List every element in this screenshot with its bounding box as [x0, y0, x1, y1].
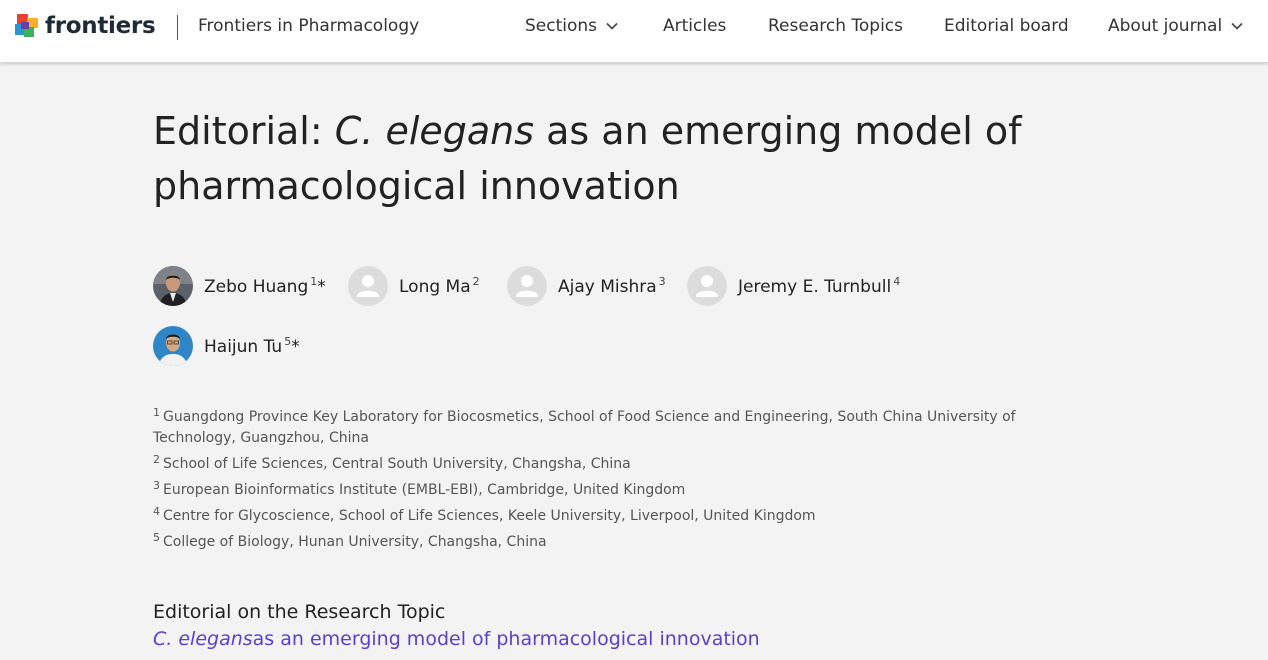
chevron-down-icon	[1231, 22, 1243, 30]
affiliation-item: 3 European Bioinformatics Institute (EMBL…	[153, 475, 1033, 501]
user-icon	[348, 266, 388, 306]
title-species: C. elegans	[334, 109, 535, 153]
affiliation-number: 3	[153, 479, 160, 492]
author-name-group: Jeremy E. Turnbull 4	[738, 275, 900, 297]
frontiers-cube-icon	[15, 14, 38, 37]
nav-articles[interactable]: Articles	[663, 16, 726, 36]
affiliation-text: Centre for Glycoscience, School of Life …	[163, 508, 816, 524]
author-name: Ajay Mishra	[558, 277, 657, 297]
author-zebo-huang[interactable]: Zebo Huang 1*	[153, 266, 326, 306]
author-placeholder-avatar	[507, 266, 547, 306]
topic-link-rest: as an emerging model of pharmacological …	[252, 628, 760, 650]
logo-wordmark: frontiers	[45, 13, 156, 39]
affiliation-number: 4	[153, 505, 160, 518]
research-topic-link[interactable]: C. elegansas an emerging model of pharma…	[153, 628, 760, 650]
header-divider	[177, 15, 178, 40]
affiliation-number: 2	[153, 453, 160, 466]
chevron-down-icon	[606, 22, 618, 30]
corresponding-marker: *	[317, 277, 326, 297]
affiliation-number: 1	[153, 406, 160, 419]
affiliation-text: School of Life Sciences, Central South U…	[163, 456, 631, 472]
top-navigation-bar: frontiers Frontiers in Pharmacology Sect…	[0, 0, 1268, 63]
affiliation-text: College of Biology, Hunan University, Ch…	[163, 534, 547, 550]
author-photo-avatar	[153, 266, 193, 306]
author-name: Long Ma	[399, 277, 471, 297]
author-photo-avatar	[153, 326, 193, 366]
research-topic-heading: Editorial on the Research Topic	[153, 601, 446, 623]
affiliation-item: 1 Guangdong Province Key Laboratory for B…	[153, 402, 1033, 449]
nav-about-journal[interactable]: About journal	[1108, 16, 1243, 36]
author-jeremy-turnbull[interactable]: Jeremy E. Turnbull 4	[687, 266, 900, 306]
nav-label: About journal	[1108, 16, 1223, 36]
nav-label: Editorial board	[944, 16, 1069, 36]
frontiers-logo[interactable]: frontiers	[14, 12, 156, 40]
affiliation-item: 5 College of Biology, Hunan University, C…	[153, 527, 1033, 553]
affiliation-marker: 3	[658, 275, 666, 288]
topic-link-species: C. elegans	[153, 628, 253, 650]
author-placeholder-avatar	[687, 266, 727, 306]
author-name: Jeremy E. Turnbull	[738, 277, 892, 297]
user-icon	[507, 266, 547, 306]
affiliations-list: 1 Guangdong Province Key Laboratory for B…	[153, 402, 1033, 553]
affiliation-text: Guangdong Province Key Laboratory for Bi…	[153, 409, 1016, 446]
user-icon	[687, 266, 727, 306]
author-name-group: Haijun Tu 5*	[204, 335, 300, 357]
affiliation-item: 4 Centre for Glycoscience, School of Life…	[153, 501, 1033, 527]
affiliation-text: European Bioinformatics Institute (EMBL-…	[163, 482, 686, 498]
author-name: Haijun Tu	[204, 337, 283, 357]
author-name: Zebo Huang	[204, 277, 309, 297]
nav-sections[interactable]: Sections	[525, 16, 618, 36]
author-placeholder-avatar	[348, 266, 388, 306]
affiliation-marker: 2	[472, 275, 480, 288]
nav-label: Articles	[663, 16, 727, 36]
nav-research-topics[interactable]: Research Topics	[768, 16, 903, 36]
author-name-group: Zebo Huang 1*	[204, 275, 326, 297]
nav-label: Research Topics	[768, 16, 903, 36]
nav-label: Sections	[525, 16, 598, 36]
journal-name-link[interactable]: Frontiers in Pharmacology	[198, 16, 419, 36]
title-prefix: Editorial:	[153, 109, 335, 153]
nav-editorial-board[interactable]: Editorial board	[944, 16, 1069, 36]
author-haijun-tu[interactable]: Haijun Tu 5*	[153, 326, 300, 366]
author-name-group: Long Ma 2	[399, 275, 480, 297]
article-title: Editorial: C. elegans as an emerging mod…	[153, 104, 1033, 214]
corresponding-marker: *	[291, 337, 300, 357]
affiliation-marker: 4	[893, 275, 901, 288]
affiliation-item: 2 School of Life Sciences, Central South …	[153, 449, 1033, 475]
author-long-ma[interactable]: Long Ma 2	[348, 266, 480, 306]
author-name-group: Ajay Mishra 3	[558, 275, 666, 297]
affiliation-number: 5	[153, 531, 160, 544]
author-ajay-mishra[interactable]: Ajay Mishra 3	[507, 266, 666, 306]
